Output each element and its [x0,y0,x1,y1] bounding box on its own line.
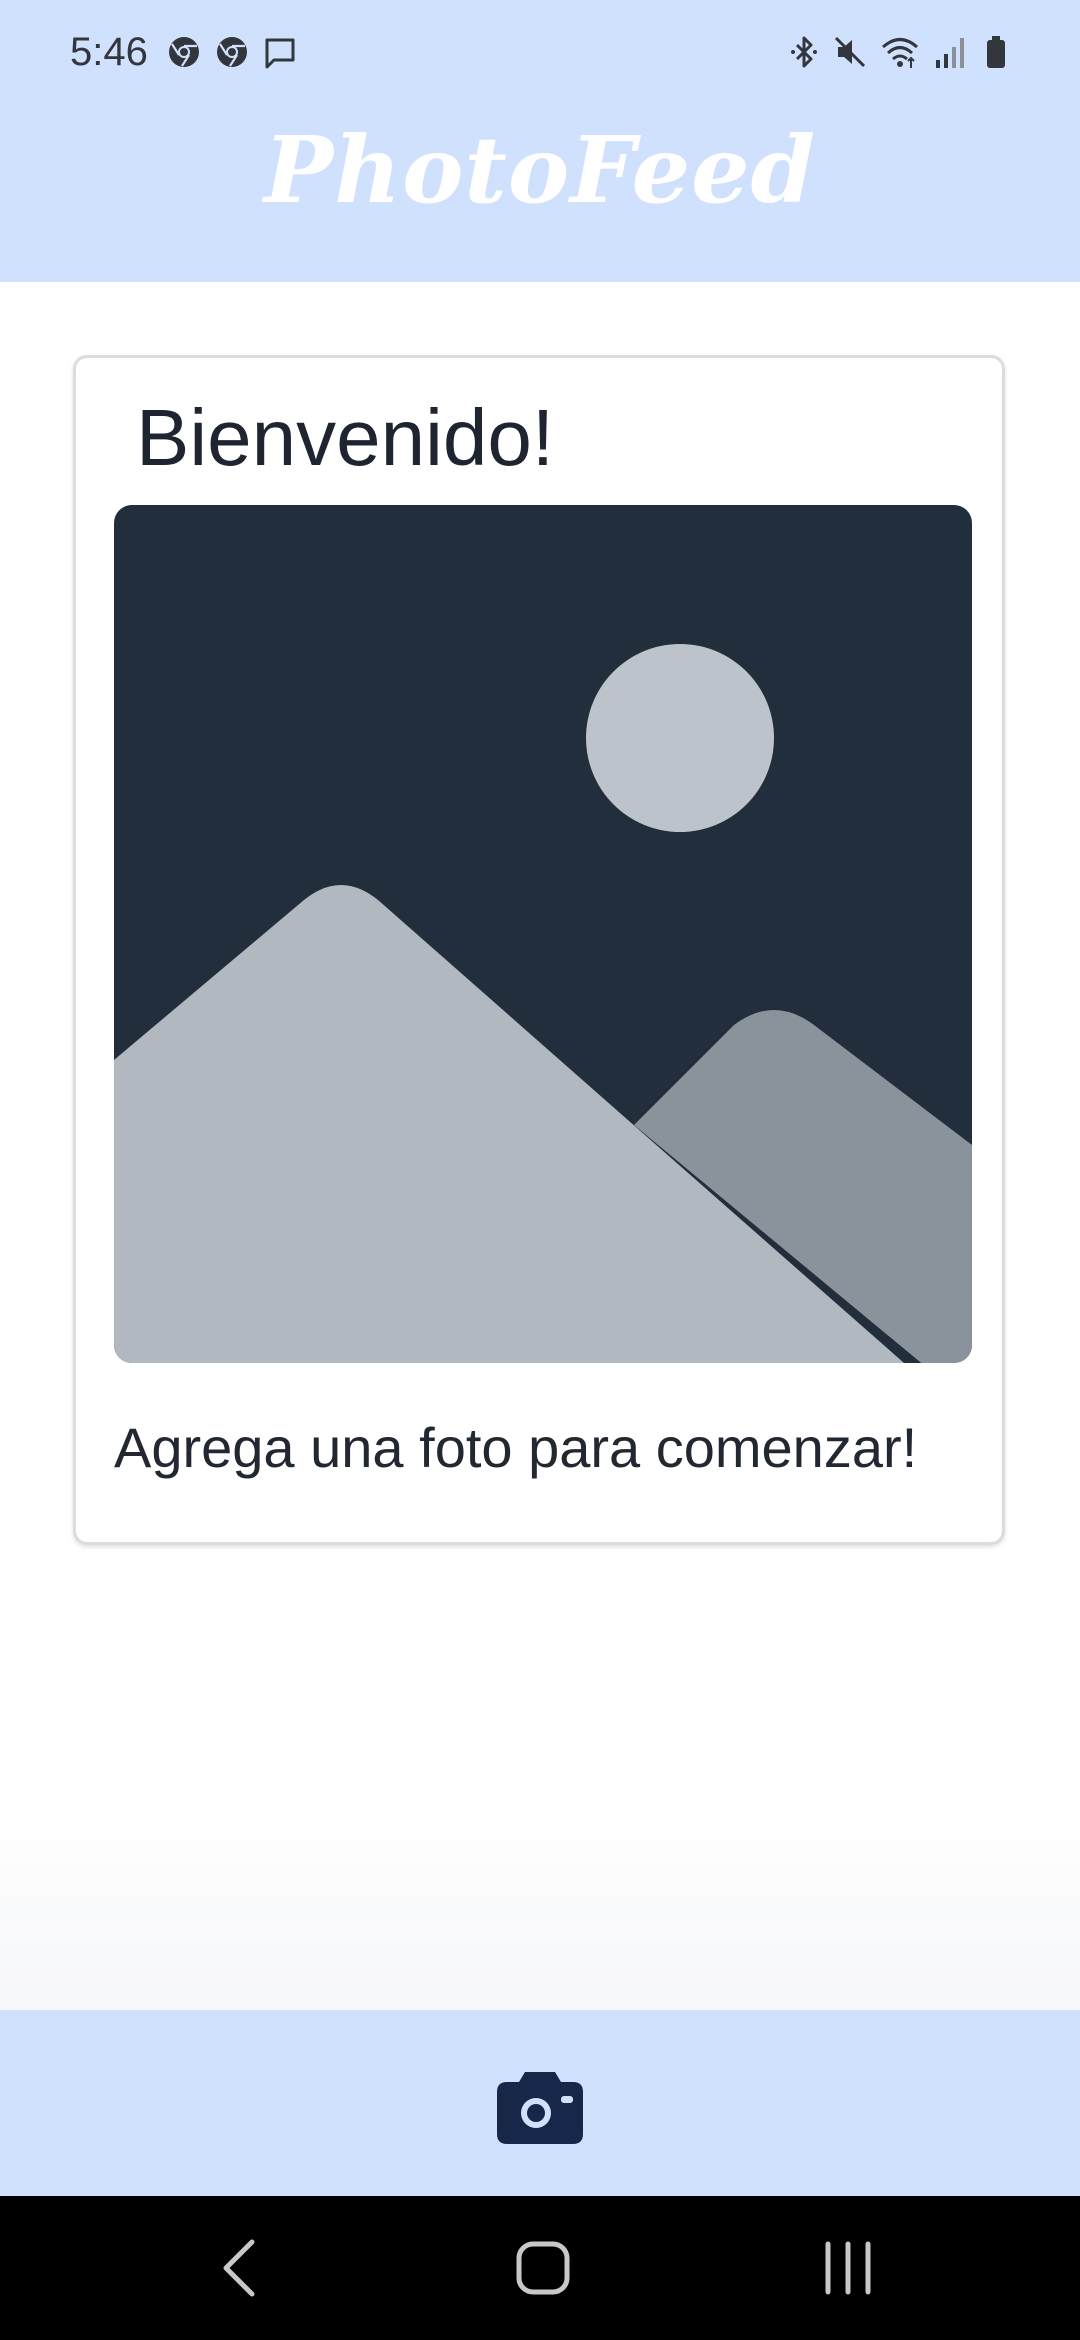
status-bar: 5:46 [0,0,1080,104]
app-title: PhotoFeed [264,116,816,224]
welcome-card: Bienvenido! Agrega una foto para comenza… [73,355,1005,1545]
main-content: Bienvenido! Agrega una foto para comenza… [0,282,1080,2010]
bluetooth-icon [791,36,817,68]
message-icon [265,38,295,69]
recents-button[interactable] [808,2228,888,2308]
home-button[interactable] [503,2228,583,2308]
bottom-action-bar [0,2010,1080,2196]
status-notification-icons [166,32,298,72]
camera-button[interactable] [495,2066,585,2146]
system-nav-bar [0,2196,1080,2340]
mute-icon [834,36,866,68]
status-time: 5:46 [70,30,148,74]
card-title: Bienvenido! [136,393,555,482]
back-button[interactable] [202,2228,282,2308]
back-icon [223,2239,255,2297]
chrome-icon [169,37,199,67]
wifi-icon [882,38,918,68]
landscape-placeholder-icon [114,505,972,1363]
chrome-icon [217,37,247,67]
card-caption: Agrega una foto para comenzar! [114,1416,918,1479]
recents-icon [825,2241,871,2295]
battery-icon [987,36,1005,68]
camera-icon [497,2072,583,2144]
signal-icon [936,38,964,68]
app-header: 5:46 PhotoFeed [0,0,1080,282]
home-icon [516,2241,570,2295]
status-system-icons [786,32,1014,72]
image-placeholder [114,505,972,1363]
